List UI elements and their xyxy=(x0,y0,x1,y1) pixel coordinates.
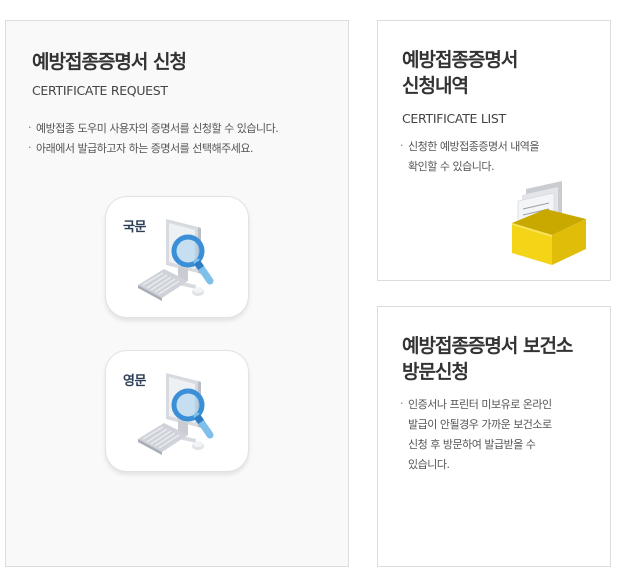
korean-certificate-button[interactable]: 국문 xyxy=(105,196,249,318)
computer-search-icon xyxy=(138,373,214,455)
computer-search-icon xyxy=(138,219,214,301)
request-title: 예방접종증명서 신청 xyxy=(32,51,187,73)
list-subtitle: CERTIFICATE LIST xyxy=(402,111,506,126)
visit-bullet: 인증서나 프린터 미보유로 온라인 발급이 안될경우 가까운 보건소로 신청 후… xyxy=(400,394,588,475)
request-subtitle: CERTIFICATE REQUEST xyxy=(32,83,168,98)
request-bullets: 예방접종 도우미 사용자의 증명서를 신청할 수 있습니다. 아래에서 발급하고… xyxy=(28,118,279,159)
certificate-request-panel: 예방접종증명서 신청 CERTIFICATE REQUEST 예방접종 도우미 … xyxy=(5,20,349,567)
list-bullet: 신청한 예방접종증명서 내역을 확인할 수 있습니다. xyxy=(400,136,578,177)
document-box-icon xyxy=(512,181,586,265)
english-certificate-button[interactable]: 영문 xyxy=(105,350,249,472)
visit-title: 예방접종증명서 보건소 방문신청 xyxy=(402,335,573,383)
list-bullets: 신청한 예방접종증명서 내역을 확인할 수 있습니다. xyxy=(400,136,578,177)
certificate-list-panel[interactable]: 예방접종증명서 신청내역 CERTIFICATE LIST 신청한 예방접종증명… xyxy=(377,20,611,281)
request-bullet-2: 아래에서 발급하고자 하는 증명서를 선택해주세요. xyxy=(28,138,278,159)
list-title: 예방접종증명서 신청내역 xyxy=(402,49,518,97)
health-center-visit-panel[interactable]: 예방접종증명서 보건소 방문신청 인증서나 프린터 미보유로 온라인 발급이 안… xyxy=(377,306,611,567)
request-bullet-1: 예방접종 도우미 사용자의 증명서를 신청할 수 있습니다. xyxy=(28,118,279,139)
visit-bullets: 인증서나 프린터 미보유로 온라인 발급이 안될경우 가까운 보건소로 신청 후… xyxy=(400,394,588,475)
